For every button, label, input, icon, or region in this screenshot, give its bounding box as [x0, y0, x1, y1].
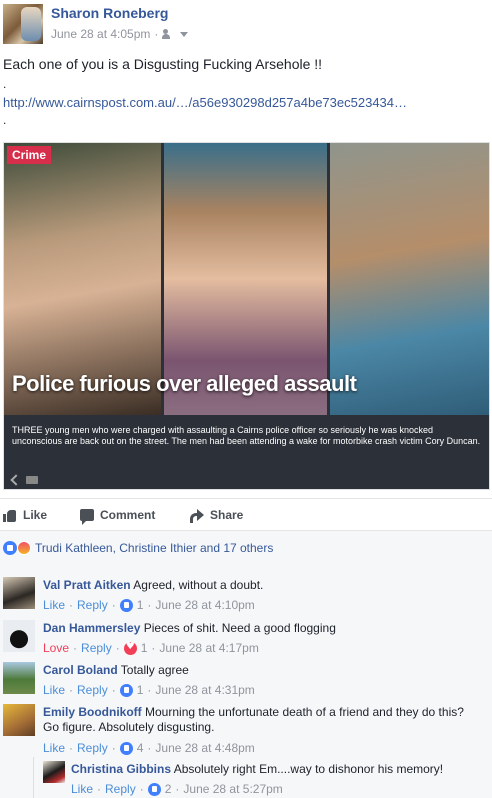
- comment-text: Pieces of shit. Need a good flogging: [143, 621, 336, 635]
- reaction-count[interactable]: 4: [137, 741, 144, 755]
- comment-timestamp[interactable]: June 28 at 4:10pm: [155, 598, 254, 612]
- like-count-icon: [119, 598, 133, 612]
- comment-timestamp[interactable]: June 28 at 4:48pm: [155, 741, 254, 755]
- commenter-name[interactable]: Christina Gibbins: [71, 762, 171, 776]
- like-button[interactable]: Like: [3, 508, 47, 522]
- comment-actions: Like · Reply · 1 · June 28 at 4:10pm: [43, 598, 255, 612]
- share-button[interactable]: Share: [190, 508, 244, 523]
- reaction-count[interactable]: 1: [141, 641, 148, 655]
- commenter-name[interactable]: Emily Boodnikoff: [43, 705, 142, 719]
- like-label: Like: [23, 508, 48, 522]
- like-count-icon: [147, 782, 161, 796]
- commenter-name[interactable]: Val Pratt Aitken: [43, 578, 131, 592]
- comment-text: Totally agree: [120, 663, 189, 677]
- avatar[interactable]: [3, 577, 35, 609]
- category-tag: Crime: [7, 146, 52, 164]
- comment-like-link[interactable]: Like: [71, 782, 93, 796]
- author-avatar[interactable]: [3, 4, 43, 44]
- comment-body: Carol Boland Totally agree: [43, 663, 483, 678]
- comment-label: Comment: [100, 508, 156, 522]
- comment-actions: Like · Reply · 2 · June 28 at 5:27pm: [71, 782, 283, 796]
- post-link[interactable]: http://www.cairnspost.com.au/…/a56e93029…: [3, 95, 407, 110]
- share-icon[interactable]: [10, 474, 22, 486]
- like-count-icon: [119, 741, 133, 755]
- comment-like-link[interactable]: Like: [43, 683, 65, 697]
- article-headline[interactable]: Police furious over alleged assault: [12, 371, 357, 397]
- friends-audience-icon[interactable]: [162, 29, 174, 39]
- comment-body: Dan Hammersley Pieces of shit. Need a go…: [43, 621, 483, 636]
- avatar[interactable]: [43, 761, 65, 783]
- avatar[interactable]: [3, 662, 35, 694]
- comment-actions: Love · Reply · 1 · June 28 at 4:17pm: [43, 641, 259, 656]
- meta-separator: ·: [154, 27, 159, 41]
- thumbs-up-icon: [3, 509, 17, 522]
- comment-button[interactable]: Comment: [80, 508, 156, 525]
- reaction-count[interactable]: 1: [137, 683, 144, 697]
- commenter-name[interactable]: Dan Hammersley: [43, 621, 140, 635]
- comment-body: Emily Boodnikoff Mourning the unfortunat…: [43, 705, 483, 735]
- author-name[interactable]: Sharon Roneberg: [51, 5, 168, 21]
- share-arrow-icon: [190, 509, 204, 523]
- avatar[interactable]: [3, 704, 35, 736]
- like-reaction-icon: [3, 541, 17, 555]
- comment-reply-link[interactable]: Reply: [77, 683, 108, 697]
- shared-article-card[interactable]: Crime Police furious over alleged assaul…: [3, 142, 490, 490]
- reactions-summary-text[interactable]: Trudi Kathleen, Christine Ithier and 17 …: [35, 541, 273, 555]
- post-header: Sharon Roneberg June 28 at 4:05pm ·: [0, 0, 492, 50]
- reaction-count[interactable]: 2: [165, 782, 172, 796]
- post-actions-bar: Like Comment Share: [0, 498, 492, 530]
- comment-body: Christina Gibbins Absolutely right Em...…: [71, 762, 491, 777]
- share-label: Share: [210, 508, 244, 522]
- comment-reply-link[interactable]: Reply: [77, 741, 108, 755]
- comment-reply-link[interactable]: Reply: [77, 598, 108, 612]
- avatar[interactable]: [3, 620, 35, 652]
- like-count-icon: [119, 683, 133, 697]
- comment-icon: [80, 509, 94, 525]
- comment-actions: Like · Reply · 4 · June 28 at 4:48pm: [43, 741, 255, 755]
- comment-reply-link[interactable]: Reply: [105, 782, 136, 796]
- comments-section: Trudi Kathleen, Christine Ithier and 17 …: [0, 530, 492, 798]
- comment-reply-link[interactable]: Reply: [81, 641, 112, 655]
- angry-reaction-icon: [17, 541, 31, 555]
- comment-timestamp[interactable]: June 28 at 4:17pm: [159, 641, 258, 655]
- comment-text: Absolutely right Em....way to dishonor h…: [173, 762, 444, 776]
- reaction-count[interactable]: 1: [137, 598, 144, 612]
- reply-thread: Christina Gibbins Absolutely right Em...…: [33, 757, 492, 798]
- comments-icon[interactable]: [26, 476, 38, 484]
- comment-text: Agreed, without a doubt.: [133, 578, 264, 592]
- comment-actions: Like · Reply · 1 · June 28 at 4:31pm: [43, 683, 255, 697]
- post-meta: June 28 at 4:05pm ·: [51, 27, 189, 41]
- comment-timestamp[interactable]: June 28 at 5:27pm: [183, 782, 282, 796]
- comment-like-link[interactable]: Like: [43, 598, 65, 612]
- article-blurb: THREE young men who were charged with as…: [4, 415, 489, 470]
- commenter-name[interactable]: Carol Boland: [43, 663, 118, 677]
- reactions-summary[interactable]: Trudi Kathleen, Christine Ithier and 17 …: [3, 541, 273, 555]
- heart-icon: [123, 641, 137, 655]
- post-dot-line: .: [3, 113, 7, 127]
- comment-timestamp[interactable]: June 28 at 4:31pm: [155, 683, 254, 697]
- card-footer: [4, 469, 489, 489]
- comment-body: Val Pratt Aitken Agreed, without a doubt…: [43, 578, 483, 593]
- comment-like-link[interactable]: Like: [43, 741, 65, 755]
- chevron-down-icon[interactable]: [180, 31, 189, 37]
- post-timestamp[interactable]: June 28 at 4:05pm: [51, 27, 150, 41]
- post-text: Each one of you is a Disgusting Fucking …: [3, 56, 323, 72]
- post-dot-line: .: [3, 77, 7, 91]
- comment-love-link[interactable]: Love: [43, 641, 69, 655]
